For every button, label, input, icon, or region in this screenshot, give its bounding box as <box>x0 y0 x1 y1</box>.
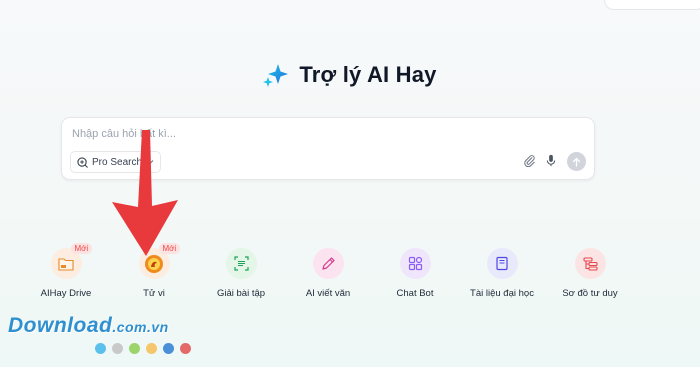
tool-chat-bot[interactable]: Chat Bot <box>375 248 455 299</box>
tool-so-do-tu-duy[interactable]: Sơ đồ tư duy <box>550 248 630 299</box>
watermark-brand: Download <box>8 314 113 337</box>
dot <box>112 343 123 354</box>
tool-label: Sơ đồ tư duy <box>562 288 618 299</box>
mindmap-icon <box>582 257 598 271</box>
tool-label: Tử vi <box>143 288 165 299</box>
scan-icon <box>233 256 249 271</box>
page-title: Trợ lý AI Hay <box>299 62 437 87</box>
dot <box>163 343 174 354</box>
dot <box>180 343 191 354</box>
tool-aihay-drive[interactable]: Mới AIHay Drive <box>26 243 106 299</box>
watermark-dots <box>95 343 191 354</box>
grid-icon <box>408 256 422 271</box>
search-plus-icon <box>77 156 88 168</box>
paperclip-icon[interactable] <box>523 154 536 167</box>
tool-ai-viet-van[interactable]: AI viết văn <box>288 248 368 299</box>
dot <box>129 343 140 354</box>
header: Trợ lý AI Hay <box>0 62 700 88</box>
watermark-domain: .com.vn <box>112 319 169 335</box>
microphone-icon[interactable] <box>546 154 556 167</box>
tool-label: Giải bài tập <box>216 288 266 299</box>
top-right-control[interactable] <box>604 0 700 10</box>
pen-icon <box>321 257 335 270</box>
folder-icon <box>58 257 74 271</box>
tool-label: AI viết văn <box>305 288 351 299</box>
dot <box>146 343 157 354</box>
tool-giai-bai-tap[interactable]: Giải bài tập <box>201 248 281 299</box>
tool-tai-lieu-dai-hoc[interactable]: Tài liệu đại học <box>462 248 542 299</box>
new-badge: Mới <box>70 243 93 254</box>
tool-label: AIHay Drive <box>40 288 92 299</box>
dot <box>95 343 106 354</box>
tool-label: Tài liệu đại học <box>470 288 534 299</box>
sparkle-icon <box>263 64 289 87</box>
red-arrow-annotation <box>112 130 178 256</box>
send-button[interactable] <box>567 152 586 171</box>
tool-label: Chat Bot <box>396 288 434 299</box>
watermark-logo: Download.com.vn <box>8 314 169 338</box>
arrow-up-icon <box>572 157 581 167</box>
book-icon <box>496 256 508 271</box>
